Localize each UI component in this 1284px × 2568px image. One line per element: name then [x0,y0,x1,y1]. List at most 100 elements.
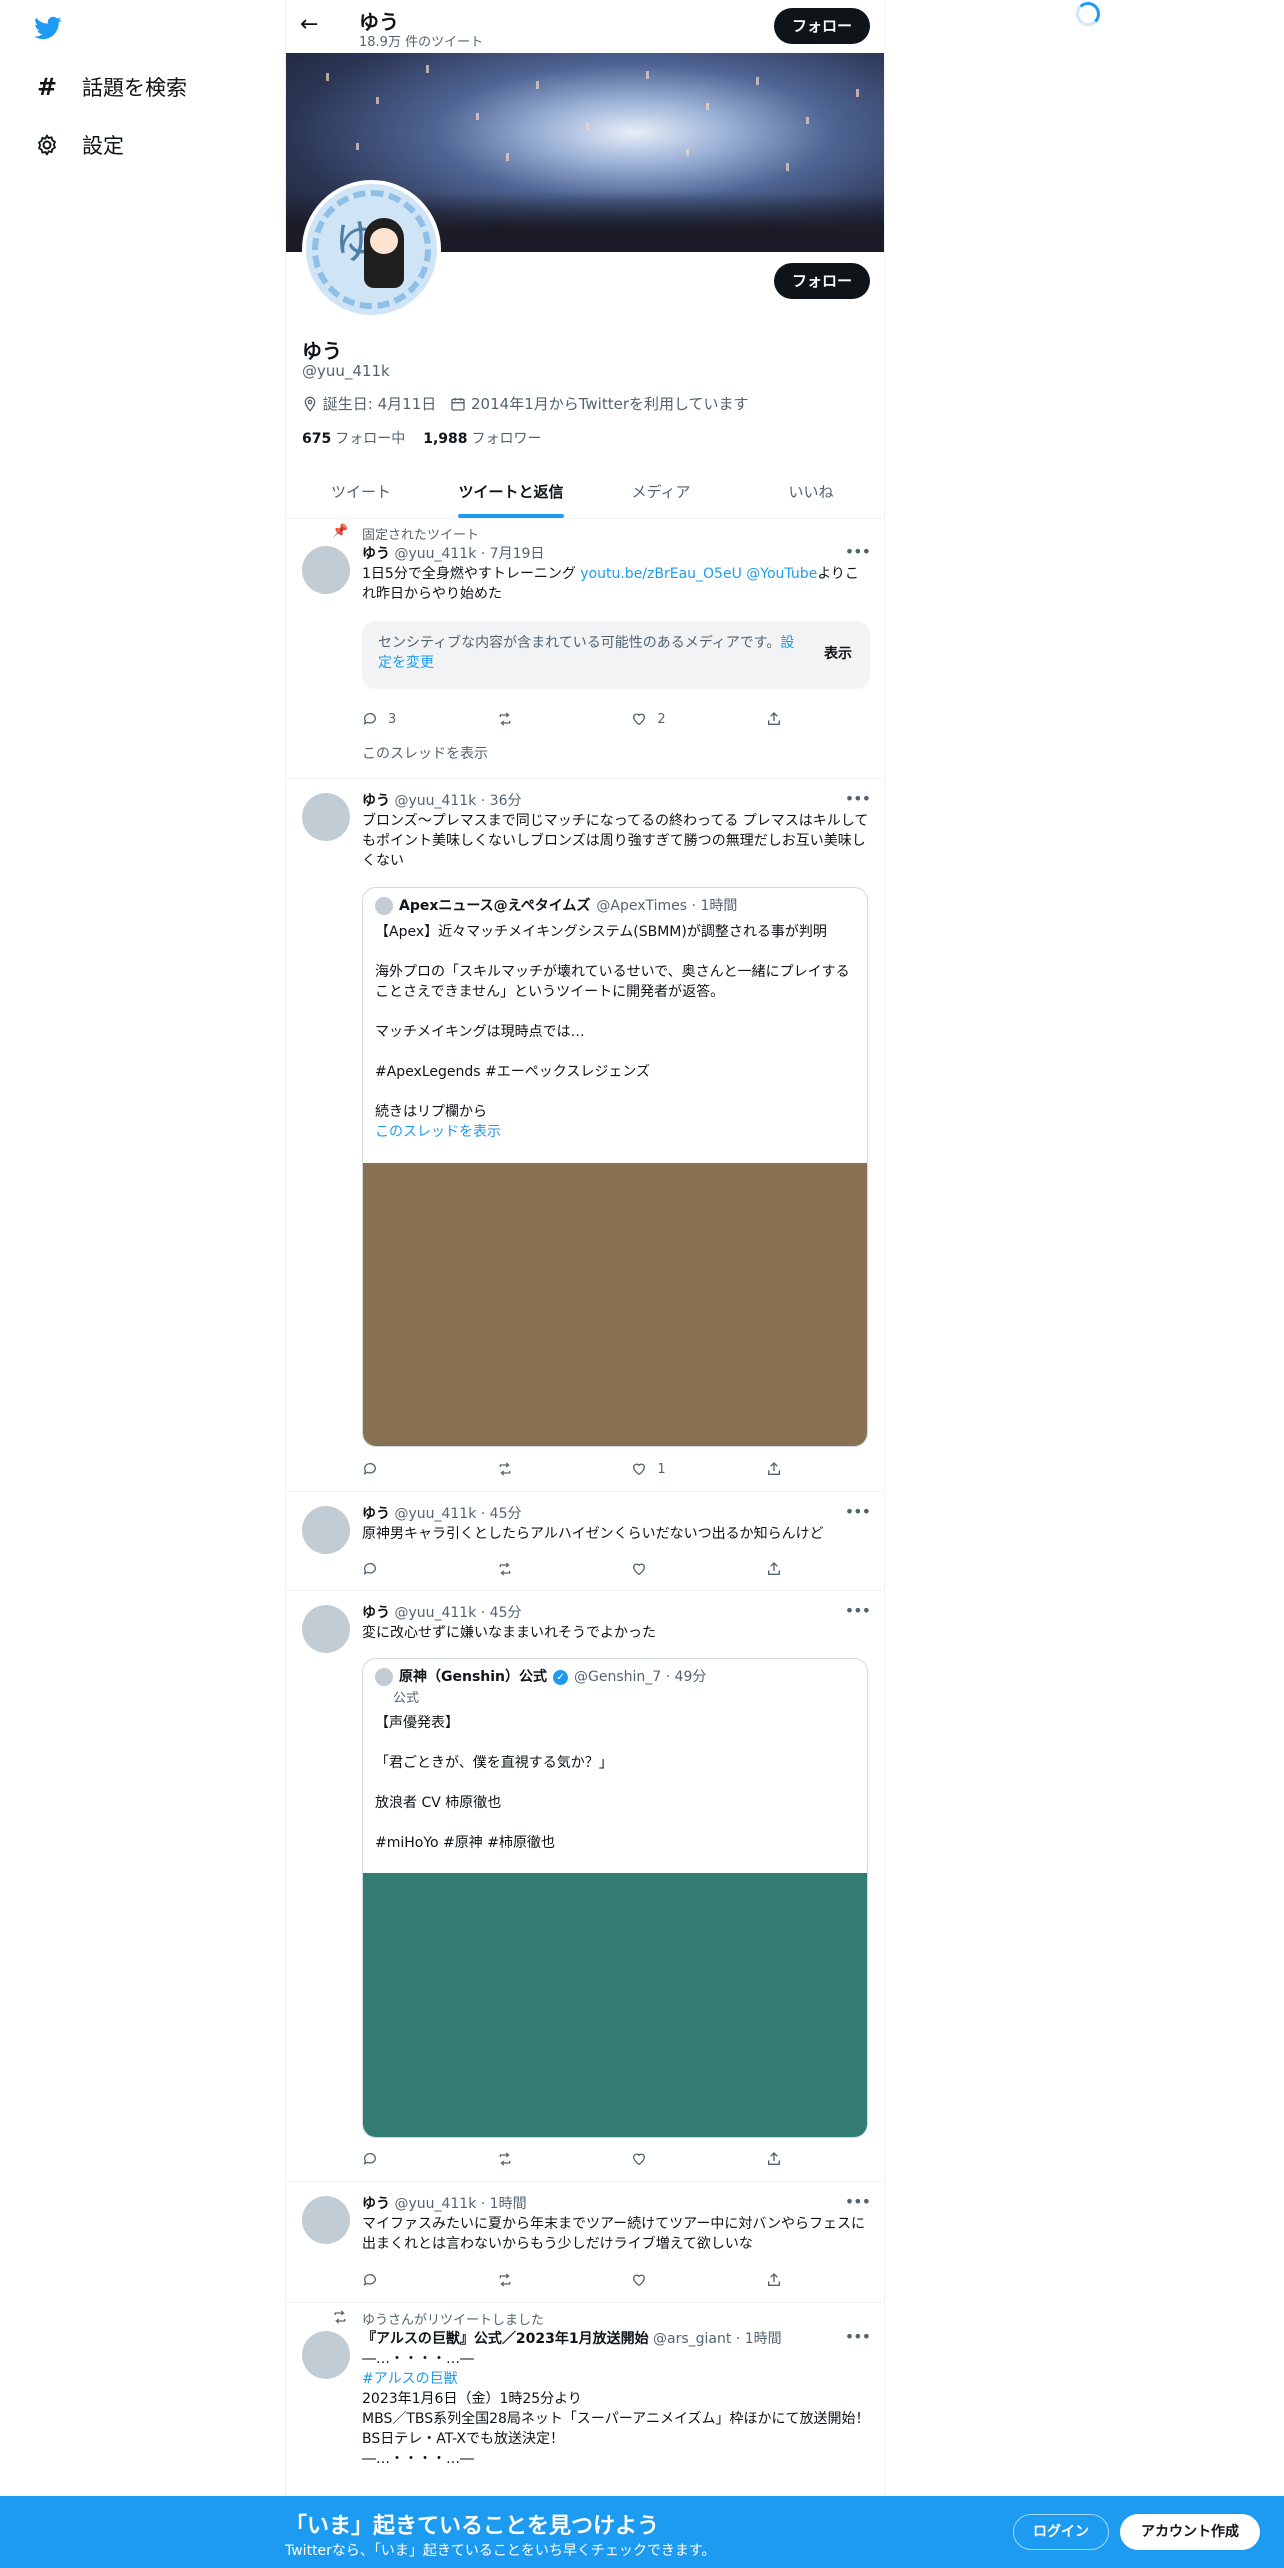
retweet-button[interactable] [497,1559,632,1579]
quoted-author-name: 原神（Genshin）公式 [399,1669,548,1685]
calendar-icon [451,398,465,411]
reply-button[interactable] [362,2270,497,2290]
tweet-text: ―…・・・・…― #アルスの巨獣 2023年1月6日（金）1時25分より MBS… [362,2351,870,2467]
quoted-author-name: Apexニュース@えぺタイムズ [399,898,591,914]
reply-button[interactable] [362,1559,497,1579]
sidebar-item-label: 設定 [82,134,124,158]
retweet-icon [499,1562,511,1576]
share-icon [768,2273,781,2286]
heart-icon [633,1563,646,1576]
twitter-logo-icon[interactable] [32,14,64,42]
heart-icon [633,2153,646,2166]
tweet-text: マイファスみたいに夏から年末までツアー続けてツアー中に対バンやらフェスに出まくれ… [362,2216,866,2252]
sidebar-item-explore[interactable]: # 話題を検索 [34,72,187,102]
hashtag-link[interactable]: #アルスの巨獣 [362,2369,870,2389]
tweet-meta: @yuu_411k · 36分 [394,793,522,809]
profile-header: ← ゆう 18.9万 件のツイート フォロー [286,0,884,53]
tab-media[interactable]: メディア [586,466,736,518]
tweet[interactable]: ••• ゆう @yuu_411k · 1時間 マイファスみたいに夏から年末までツ… [286,2182,884,2303]
quoted-meta: @Genshin_7 · 49分 [574,1669,707,1685]
tweet-pinned[interactable]: 📌 固定されたツイート ••• ゆう @yuu_411k · 7月19日 1日5… [286,519,884,779]
tweet-text: 1日5分で全身燃やすトレーニング youtu.be/zBrEau_O5eU @Y… [362,566,859,602]
reply-icon [363,713,376,725]
tweet[interactable]: ••• ゆう @yuu_411k · 45分 原神男キャラ引くとしたらアルハイゼ… [286,1492,884,1591]
share-button[interactable] [766,1559,782,1579]
retweet-icon [499,2152,511,2166]
retweet-icon [499,1462,511,1476]
quoted-media-image[interactable] [363,1873,867,2137]
heart-icon [633,1463,646,1476]
heart-icon [633,2274,646,2287]
share-button[interactable] [766,709,782,729]
bottom-bar-title: 「いま」起きていることを見つけよう [285,2514,660,2539]
quote-tweet[interactable]: 原神（Genshin）公式 ✓ @Genshin_7 · 49分 公式 【声優発… [362,1658,868,2138]
tweet-author-name[interactable]: ゆう [362,2196,390,2212]
reply-button[interactable] [362,2149,497,2169]
location-pin-icon [304,396,316,412]
tweet-link[interactable]: youtu.be/zBrEau_O5eU [580,566,742,582]
create-account-button[interactable]: アカウント作成 [1120,2514,1260,2550]
share-icon [768,2152,781,2165]
tab-tweets[interactable]: ツイート [286,466,436,518]
like-button[interactable]: 1 [631,1459,766,1479]
heart-icon [633,713,646,726]
tweet-author-name[interactable]: 『アルスの巨獣』公式／2023年1月放送開始 [362,2331,649,2347]
retweet-icon [499,712,511,726]
tab-tweets-and-replies[interactable]: ツイートと返信 [436,466,586,518]
avatar[interactable] [302,546,350,594]
reply-button[interactable]: 3 [362,709,497,729]
tweet-text: 変に改心せずに嫌いなままいれそうでよかった [362,1625,656,1641]
left-sidebar: # 話題を検索 設定 [0,0,285,2568]
mention-link[interactable]: @YouTube [746,566,817,582]
quote-tweet[interactable]: Apexニュース@えぺタイムズ @ApexTimes · 1時間 【Apex】近… [362,887,868,1447]
tab-likes[interactable]: いいね [736,466,884,518]
like-button[interactable] [631,1559,766,1579]
tweet-author-name[interactable]: ゆう [362,546,390,562]
share-icon [768,1562,781,1575]
retweet-button[interactable] [497,2149,632,2169]
tweet-author-name[interactable]: ゆう [362,1605,390,1621]
share-icon [768,712,781,725]
retweet-button[interactable] [497,709,632,729]
avatar[interactable] [302,1605,350,1653]
like-button[interactable]: 2 [631,709,766,729]
sidebar-item-settings[interactable]: 設定 [34,130,124,160]
avatar[interactable] [302,1506,350,1554]
tweet-meta: @yuu_411k · 45分 [394,1605,522,1621]
share-button[interactable] [766,2270,782,2290]
tweet-actions: 1 [362,1459,782,1479]
retweet-button[interactable] [497,2270,632,2290]
share-button[interactable] [766,2149,782,2169]
show-media-button[interactable]: 表示 [824,643,852,663]
tweet-meta: @yuu_411k · 45分 [394,1506,522,1522]
following-stat[interactable]: 675 フォロー中 [302,428,405,448]
avatar[interactable] [302,2196,350,2244]
reply-button[interactable] [362,1459,497,1479]
tweet-meta: @ars_giant · 1時間 [653,2331,782,2347]
show-thread-link[interactable]: このスレッドを表示 [362,743,488,763]
tweet[interactable]: ••• ゆう @yuu_411k · 36分 ブロンズ〜プレマスまで同じマッチに… [286,779,884,1492]
profile-joined: 2014年1月からTwitterを利用しています [471,395,749,413]
avatar[interactable] [302,793,350,841]
tweet-actions [362,1559,782,1579]
back-arrow-icon[interactable]: ← [300,12,318,37]
header-follow-button[interactable]: フォロー [774,8,870,44]
profile-column: ← ゆう 18.9万 件のツイート フォロー ゆ フォロー ゆう @yuu_41… [285,0,885,2568]
tweet[interactable]: ••• ゆう @yuu_411k · 45分 変に改心せずに嫌いなままいれそうで… [286,1591,884,2182]
share-button[interactable] [766,1459,782,1479]
tweet-author-name[interactable]: ゆう [362,1506,390,1522]
profile-follow-button[interactable]: フォロー [774,263,870,299]
retweet-icon [334,2310,346,2324]
quoted-show-thread-link[interactable]: このスレッドを表示 [375,1122,857,1142]
quoted-media-image[interactable] [363,1163,867,1446]
profile-avatar[interactable]: ゆ [302,180,441,319]
retweet-button[interactable] [497,1459,632,1479]
profile-stats: 675 フォロー中 1,988 フォロワー [302,428,542,448]
followers-stat[interactable]: 1,988 フォロワー [423,428,541,448]
avatar[interactable] [302,2331,350,2379]
tweet-retweeted[interactable]: ゆうさんがリツイートしました ••• 『アルスの巨獣』公式／2023年1月放送開… [286,2303,884,2523]
login-button[interactable]: ログイン [1013,2514,1109,2550]
tweet-author-name[interactable]: ゆう [362,793,390,809]
like-button[interactable] [631,2149,766,2169]
like-button[interactable] [631,2270,766,2290]
